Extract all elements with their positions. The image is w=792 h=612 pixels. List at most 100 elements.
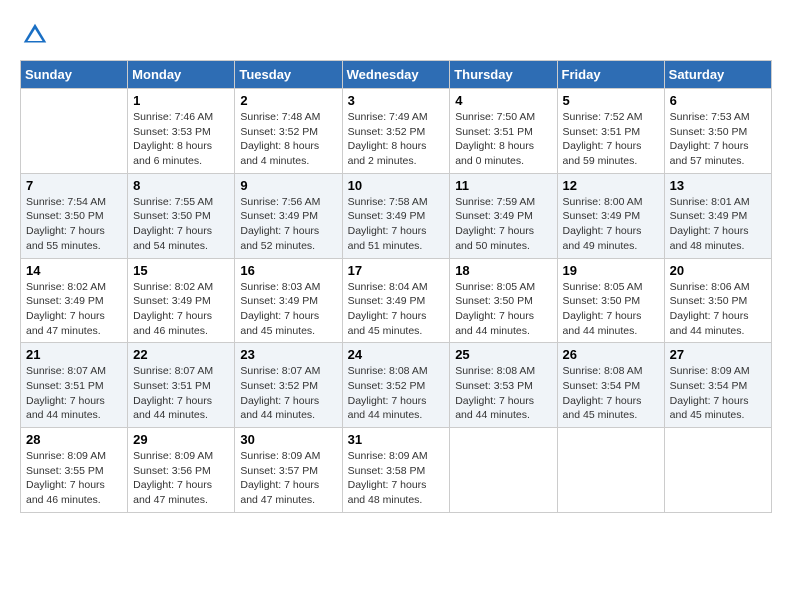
day-info: Sunrise: 7:56 AM Sunset: 3:49 PM Dayligh… [240,195,336,254]
calendar-week-row: 7 Sunrise: 7:54 AM Sunset: 3:50 PM Daylig… [21,173,772,258]
day-number: 11 [455,178,551,193]
day-info: Sunrise: 8:04 AM Sunset: 3:49 PM Dayligh… [348,280,445,339]
calendar-cell: 19 Sunrise: 8:05 AM Sunset: 3:50 PM Dayli… [557,258,664,343]
day-number: 1 [133,93,229,108]
day-number: 2 [240,93,336,108]
day-info: Sunrise: 8:03 AM Sunset: 3:49 PM Dayligh… [240,280,336,339]
calendar-cell: 25 Sunrise: 8:08 AM Sunset: 3:53 PM Dayli… [450,343,557,428]
day-number: 21 [26,347,122,362]
day-number: 19 [563,263,659,278]
day-info: Sunrise: 8:08 AM Sunset: 3:54 PM Dayligh… [563,364,659,423]
calendar-cell: 1 Sunrise: 7:46 AM Sunset: 3:53 PM Daylig… [128,89,235,174]
day-number: 6 [670,93,766,108]
day-info: Sunrise: 8:06 AM Sunset: 3:50 PM Dayligh… [670,280,766,339]
day-info: Sunrise: 8:09 AM Sunset: 3:57 PM Dayligh… [240,449,336,508]
calendar-cell: 22 Sunrise: 8:07 AM Sunset: 3:51 PM Dayli… [128,343,235,428]
calendar-cell: 10 Sunrise: 7:58 AM Sunset: 3:49 PM Dayli… [342,173,450,258]
calendar-cell: 24Sunrise: 8:08 AM Sunset: 3:52 PM Dayli… [342,343,450,428]
calendar-week-row: 21 Sunrise: 8:07 AM Sunset: 3:51 PM Dayli… [21,343,772,428]
day-number: 15 [133,263,229,278]
day-info: Sunrise: 8:07 AM Sunset: 3:52 PM Dayligh… [240,364,336,423]
logo-icon [20,20,50,50]
calendar-cell: 7 Sunrise: 7:54 AM Sunset: 3:50 PM Daylig… [21,173,128,258]
day-number: 31 [348,432,445,447]
calendar-cell: 6 Sunrise: 7:53 AM Sunset: 3:50 PM Daylig… [664,89,771,174]
day-number: 7 [26,178,122,193]
day-info: Sunrise: 8:02 AM Sunset: 3:49 PM Dayligh… [26,280,122,339]
calendar-cell: 14 Sunrise: 8:02 AM Sunset: 3:49 PM Dayli… [21,258,128,343]
calendar-header-friday: Friday [557,61,664,89]
day-info: Sunrise: 7:59 AM Sunset: 3:49 PM Dayligh… [455,195,551,254]
calendar-cell: 17 Sunrise: 8:04 AM Sunset: 3:49 PM Dayli… [342,258,450,343]
calendar-cell: 26 Sunrise: 8:08 AM Sunset: 3:54 PM Dayli… [557,343,664,428]
calendar-cell: 27 Sunrise: 8:09 AM Sunset: 3:54 PM Dayli… [664,343,771,428]
calendar-cell: 5Sunrise: 7:52 AM Sunset: 3:51 PM Daylig… [557,89,664,174]
calendar-cell: 28 Sunrise: 8:09 AM Sunset: 3:55 PM Dayli… [21,428,128,513]
day-info: Sunrise: 8:09 AM Sunset: 3:54 PM Dayligh… [670,364,766,423]
calendar-cell: 15 Sunrise: 8:02 AM Sunset: 3:49 PM Dayli… [128,258,235,343]
day-info: Sunrise: 8:09 AM Sunset: 3:55 PM Dayligh… [26,449,122,508]
calendar-cell: 4 Sunrise: 7:50 AM Sunset: 3:51 PM Daylig… [450,89,557,174]
page-header [20,20,772,50]
calendar-header-thursday: Thursday [450,61,557,89]
day-info: Sunrise: 8:09 AM Sunset: 3:56 PM Dayligh… [133,449,229,508]
logo [20,20,54,50]
calendar-cell: 21 Sunrise: 8:07 AM Sunset: 3:51 PM Dayli… [21,343,128,428]
day-info: Sunrise: 8:07 AM Sunset: 3:51 PM Dayligh… [26,364,122,423]
day-number: 28 [26,432,122,447]
day-number: 27 [670,347,766,362]
calendar-week-row: 14 Sunrise: 8:02 AM Sunset: 3:49 PM Dayli… [21,258,772,343]
day-info: Sunrise: 8:09 AM Sunset: 3:58 PM Dayligh… [348,449,445,508]
calendar-cell [664,428,771,513]
day-number: 26 [563,347,659,362]
day-number: 18 [455,263,551,278]
day-info: Sunrise: 7:48 AM Sunset: 3:52 PM Dayligh… [240,110,336,169]
day-info: Sunrise: 7:50 AM Sunset: 3:51 PM Dayligh… [455,110,551,169]
day-number: 25 [455,347,551,362]
day-number: 22 [133,347,229,362]
day-number: 20 [670,263,766,278]
day-info: Sunrise: 7:46 AM Sunset: 3:53 PM Dayligh… [133,110,229,169]
day-info: Sunrise: 8:05 AM Sunset: 3:50 PM Dayligh… [455,280,551,339]
day-info: Sunrise: 8:07 AM Sunset: 3:51 PM Dayligh… [133,364,229,423]
calendar-week-row: 1 Sunrise: 7:46 AM Sunset: 3:53 PM Daylig… [21,89,772,174]
calendar-cell: 29 Sunrise: 8:09 AM Sunset: 3:56 PM Dayli… [128,428,235,513]
day-info: Sunrise: 8:05 AM Sunset: 3:50 PM Dayligh… [563,280,659,339]
calendar-cell: 18 Sunrise: 8:05 AM Sunset: 3:50 PM Dayli… [450,258,557,343]
day-number: 17 [348,263,445,278]
day-info: Sunrise: 8:02 AM Sunset: 3:49 PM Dayligh… [133,280,229,339]
day-info: Sunrise: 8:01 AM Sunset: 3:49 PM Dayligh… [670,195,766,254]
calendar-header-monday: Monday [128,61,235,89]
day-info: Sunrise: 7:53 AM Sunset: 3:50 PM Dayligh… [670,110,766,169]
day-info: Sunrise: 8:08 AM Sunset: 3:53 PM Dayligh… [455,364,551,423]
day-number: 8 [133,178,229,193]
day-info: Sunrise: 7:49 AM Sunset: 3:52 PM Dayligh… [348,110,445,169]
calendar-cell: 31 Sunrise: 8:09 AM Sunset: 3:58 PM Dayli… [342,428,450,513]
day-number: 3 [348,93,445,108]
day-number: 13 [670,178,766,193]
day-number: 12 [563,178,659,193]
calendar-cell [21,89,128,174]
calendar-cell [450,428,557,513]
calendar-cell: 2 Sunrise: 7:48 AM Sunset: 3:52 PM Daylig… [235,89,342,174]
day-number: 30 [240,432,336,447]
calendar-cell: 9 Sunrise: 7:56 AM Sunset: 3:49 PM Daylig… [235,173,342,258]
day-info: Sunrise: 8:08 AM Sunset: 3:52 PM Dayligh… [348,364,445,423]
calendar-week-row: 28 Sunrise: 8:09 AM Sunset: 3:55 PM Dayli… [21,428,772,513]
calendar-cell [557,428,664,513]
calendar-cell: 20 Sunrise: 8:06 AM Sunset: 3:50 PM Dayli… [664,258,771,343]
day-number: 29 [133,432,229,447]
day-number: 4 [455,93,551,108]
calendar-cell: 11 Sunrise: 7:59 AM Sunset: 3:49 PM Dayli… [450,173,557,258]
day-number: 10 [348,178,445,193]
day-number: 14 [26,263,122,278]
day-info: Sunrise: 7:54 AM Sunset: 3:50 PM Dayligh… [26,195,122,254]
day-number: 5 [563,93,659,108]
calendar-cell: 16 Sunrise: 8:03 AM Sunset: 3:49 PM Dayli… [235,258,342,343]
day-info: Sunrise: 7:55 AM Sunset: 3:50 PM Dayligh… [133,195,229,254]
calendar-cell: 30 Sunrise: 8:09 AM Sunset: 3:57 PM Dayli… [235,428,342,513]
calendar-cell: 23Sunrise: 8:07 AM Sunset: 3:52 PM Dayli… [235,343,342,428]
day-number: 9 [240,178,336,193]
day-number: 16 [240,263,336,278]
day-info: Sunrise: 7:58 AM Sunset: 3:49 PM Dayligh… [348,195,445,254]
